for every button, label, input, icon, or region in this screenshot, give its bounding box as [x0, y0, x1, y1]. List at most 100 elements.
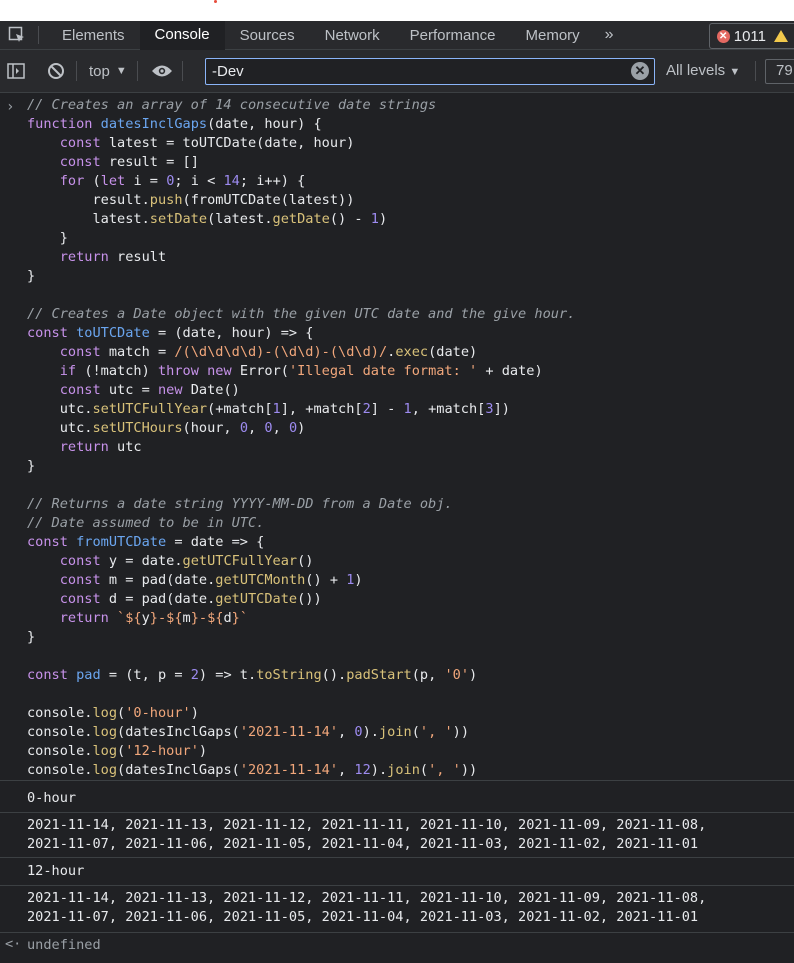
code-line: return utc: [27, 438, 575, 457]
code-token: ): [297, 420, 306, 436]
input-prompt-icon: ›: [6, 99, 15, 115]
code-token: getDate: [272, 211, 330, 227]
code-line: console.log(datesInclGaps('2021-11-14', …: [27, 761, 575, 780]
code-token: getUTCDate: [215, 591, 298, 607]
code-token: `${: [117, 610, 142, 626]
code-token: ], +match[: [280, 401, 363, 417]
code-line: }: [27, 229, 575, 248]
code-token: log: [92, 705, 118, 721]
context-selector[interactable]: top ▼: [81, 63, 133, 80]
code-line: const m = pad(date.getUTCMonth() + 1): [27, 571, 575, 590]
code-token: }`: [231, 610, 249, 626]
code-line: }: [27, 267, 575, 286]
code-token: (fromUTCDate(latest)): [182, 192, 355, 208]
tab-memory[interactable]: Memory: [511, 21, 595, 50]
code-token: 12: [354, 762, 371, 778]
code-token: (datesInclGaps(: [117, 724, 240, 740]
code-token: ]): [493, 401, 510, 417]
tab-elements[interactable]: Elements: [47, 21, 140, 50]
inspect-element-icon[interactable]: [0, 21, 34, 50]
code-token: y: [141, 610, 150, 626]
code-token: ,: [338, 762, 355, 778]
code-token: match =: [108, 344, 175, 360]
code-token: 0: [288, 420, 298, 436]
code-token: () -: [329, 211, 371, 227]
code-token: const: [59, 344, 109, 360]
code-token: pad: [76, 667, 101, 683]
code-token: (date): [428, 344, 478, 360]
code-token: function: [27, 116, 101, 132]
code-token: )): [460, 762, 478, 778]
code-token: () +: [305, 572, 347, 588]
code-token: ): [190, 705, 199, 721]
clear-console-icon[interactable]: [42, 57, 70, 85]
code-token: }-${: [190, 610, 224, 626]
code-line: const result = []: [27, 153, 575, 172]
code-token: (: [419, 762, 429, 778]
code-token: (latest.: [207, 211, 273, 227]
hidden-messages-count[interactable]: 79: [765, 59, 794, 84]
tab-sources[interactable]: Sources: [225, 21, 310, 50]
sidebar-toggle-icon[interactable]: [2, 57, 30, 85]
code-token: (: [92, 173, 101, 189]
code-token: utc: [117, 439, 142, 455]
code-token: setUTCFullYear: [92, 401, 208, 417]
code-token: console.: [27, 724, 93, 740]
code-line: utc.setUTCFullYear(+match[1], +match[2] …: [27, 400, 575, 419]
code-token: , +match[: [411, 401, 486, 417]
code-token: (hour,: [182, 420, 240, 436]
code-token: Error(: [239, 363, 289, 379]
code-token: if: [59, 363, 85, 379]
code-token: getUTCFullYear: [182, 553, 298, 569]
code-token: 0: [354, 724, 363, 740]
code-line: const utc = new Date(): [27, 381, 575, 400]
code-line: console.log(datesInclGaps('2021-11-14', …: [27, 723, 575, 742]
log-levels-dropdown[interactable]: All levels ▼: [666, 62, 740, 79]
tab-console[interactable]: Console: [139, 20, 225, 50]
log-output: 2021-11-07, 2021-11-06, 2021-11-05, 2021…: [27, 909, 699, 925]
code-token: i =: [133, 173, 167, 189]
tab-performance[interactable]: Performance: [395, 21, 511, 50]
code-token: ', ': [419, 724, 453, 740]
eye-icon[interactable]: [148, 57, 176, 85]
code-token: console.: [27, 762, 93, 778]
code-token: 3: [485, 401, 494, 417]
code-token: log: [92, 762, 118, 778]
code-token: const: [27, 667, 77, 683]
filter-input[interactable]: [205, 58, 655, 85]
code-token: ', ': [428, 762, 461, 778]
console-message: 12-hour: [0, 859, 794, 886]
code-token: }: [27, 458, 36, 474]
code-token: (: [117, 743, 126, 759]
code-line: for (let i = 0; i < 14; i++) {: [27, 172, 575, 191]
code-token: 'Illegal date format: ': [288, 363, 478, 379]
code-token: return: [59, 249, 118, 265]
code-line: return result: [27, 248, 575, 267]
code-token: '12-hour': [125, 743, 199, 759]
code-token: const: [27, 325, 77, 341]
error-count-badge[interactable]: ✕ 1011: [708, 23, 794, 49]
code-line: const toUTCDate = (date, hour) => {: [27, 324, 575, 343]
code-token: setUTCHours: [92, 420, 183, 436]
code-token: (): [297, 553, 314, 569]
code-token: console.: [27, 705, 93, 721]
clear-filter-icon[interactable]: ✕: [631, 62, 649, 80]
code-token: ).: [362, 724, 379, 740]
more-tabs-icon[interactable]: »: [595, 26, 624, 44]
return-arrow-icon: <·: [5, 936, 22, 952]
code-line: const pad = (t, p = 2) => t.toString().p…: [27, 666, 575, 685]
code-token: latest.: [27, 211, 150, 227]
code-token: toString: [256, 667, 322, 683]
chevron-down-icon: ▼: [729, 66, 741, 78]
code-token: utc.: [27, 420, 93, 436]
code-line: if (!match) throw new Error('Illegal dat…: [27, 362, 575, 381]
code-token: console.: [27, 743, 93, 759]
tab-network[interactable]: Network: [310, 21, 395, 50]
